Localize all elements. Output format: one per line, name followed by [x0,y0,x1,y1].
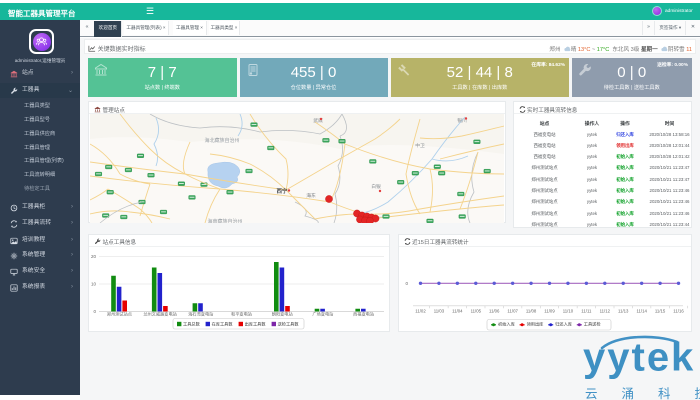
svg-text:11/03: 11/03 [433,308,444,313]
svg-text:11/09: 11/09 [544,308,555,313]
svg-text:出库工具数: 出库工具数 [245,320,267,327]
svg-text:和平变电站: 和平变电站 [231,310,252,317]
svg-text:11/16: 11/16 [673,308,684,313]
svg-text:11/13: 11/13 [618,308,629,313]
svg-text:西福变电站: 西福变电站 [353,310,374,317]
svg-text:广场变电站: 广场变电站 [312,310,333,317]
svg-text:11/06: 11/06 [489,308,500,313]
svg-text:海石湾变电站: 海石湾变电站 [188,310,213,317]
svg-text:领用出库: 领用出库 [526,320,543,327]
svg-text:11/10: 11/10 [562,308,573,313]
svg-text:归还入库: 归还入库 [555,320,572,327]
svg-text:11/12: 11/12 [599,308,610,313]
svg-text:海北藏族自治州: 海北藏族自治州 [204,137,239,144]
svg-text:工具送检: 工具送检 [583,320,601,327]
svg-text:20: 20 [91,254,97,259]
svg-text:郑州测试站点: 郑州测试站点 [107,310,132,317]
svg-text:海南藏族自治州: 海南藏族自治州 [207,218,242,223]
svg-text:朝阳变电站: 朝阳变电站 [272,310,293,317]
svg-text:yytek: yytek [583,336,695,380]
svg-text:西宁: 西宁 [276,187,288,195]
svg-text:初始入库: 初始入库 [498,320,515,327]
svg-text:10: 10 [91,281,97,286]
svg-text:11/08: 11/08 [525,308,536,313]
svg-text:中卫: 中卫 [415,142,425,149]
svg-text:11/15: 11/15 [654,308,665,313]
svg-text:送检工具数: 送检工具数 [278,320,300,327]
svg-text:兰州文威路变电站: 兰州文威路变电站 [143,310,177,317]
svg-text:0: 0 [93,309,96,314]
svg-text:11/04: 11/04 [452,308,463,313]
svg-text:白银: 白银 [371,183,381,190]
svg-text:11/05: 11/05 [470,308,481,313]
svg-text:11/11: 11/11 [581,308,592,313]
svg-text:11/14: 11/14 [636,308,647,313]
svg-text:工具总数: 工具总数 [183,320,201,327]
svg-text:海东: 海东 [306,192,316,199]
svg-text:在库工具数: 在库工具数 [212,320,234,327]
svg-text:云涌科技: 云涌科技 [585,386,700,400]
svg-text:11/07: 11/07 [507,308,518,313]
svg-text:11/02: 11/02 [415,308,426,313]
svg-text:0: 0 [405,280,408,285]
